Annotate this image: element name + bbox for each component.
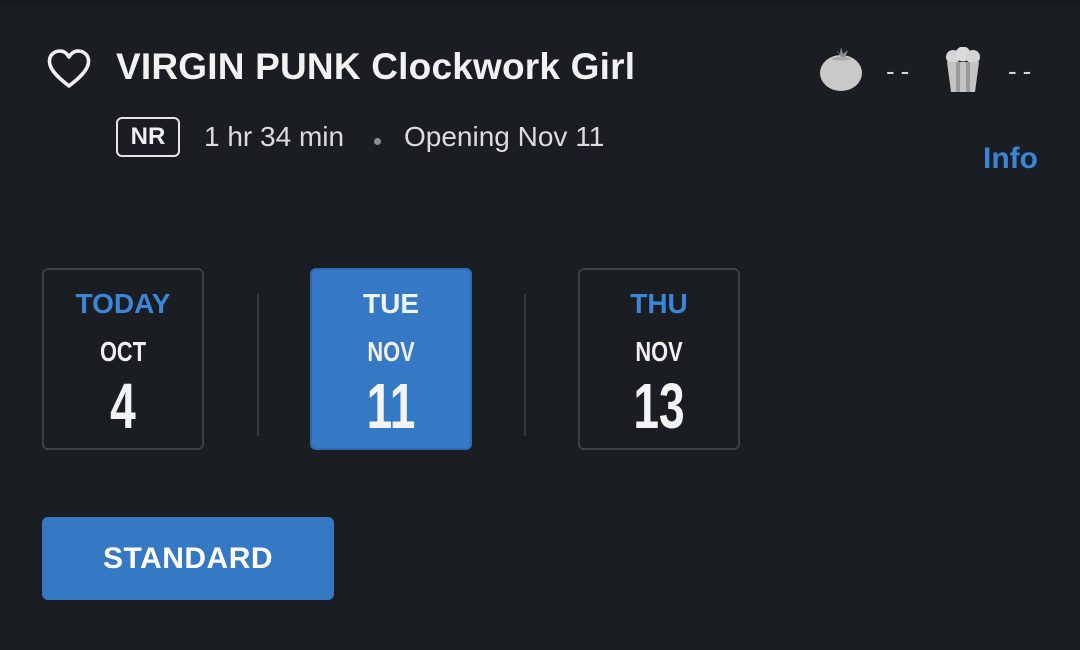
favorite-heart-icon[interactable] bbox=[46, 48, 92, 90]
date-divider bbox=[257, 294, 259, 436]
date-weekday: TUE bbox=[363, 288, 419, 319]
rating-badge: NR bbox=[116, 117, 180, 157]
date-month: NOV bbox=[367, 336, 415, 367]
date-card-thu[interactable]: THU NOV 13 bbox=[578, 268, 740, 450]
tomato-icon bbox=[819, 46, 863, 92]
popcorn-icon bbox=[944, 46, 982, 93]
date-card-tue[interactable]: TUE NOV 11 bbox=[310, 268, 472, 450]
date-day: 4 bbox=[110, 370, 136, 442]
movie-title: VIRGIN PUNK Clockwork Girl bbox=[116, 46, 636, 87]
opening-date-text: Opening Nov 11 bbox=[404, 121, 605, 152]
date-month: NOV bbox=[635, 336, 683, 367]
date-month: OCT bbox=[99, 336, 147, 367]
date-divider bbox=[524, 294, 526, 436]
standard-format-button[interactable]: STANDARD bbox=[42, 517, 334, 600]
date-card-today[interactable]: TODAY OCT 4 bbox=[42, 268, 204, 450]
info-link[interactable]: Info bbox=[983, 142, 1038, 176]
top-strip bbox=[0, 0, 1080, 4]
separator-dot bbox=[374, 138, 381, 145]
date-day: 11 bbox=[366, 370, 416, 442]
runtime-text: 1 hr 34 min bbox=[204, 121, 345, 152]
date-weekday: TODAY bbox=[75, 288, 171, 319]
date-day: 13 bbox=[633, 370, 685, 442]
audience-score: -- bbox=[1008, 56, 1038, 86]
tomatometer-score: -- bbox=[886, 56, 916, 86]
date-weekday: THU bbox=[630, 288, 688, 319]
